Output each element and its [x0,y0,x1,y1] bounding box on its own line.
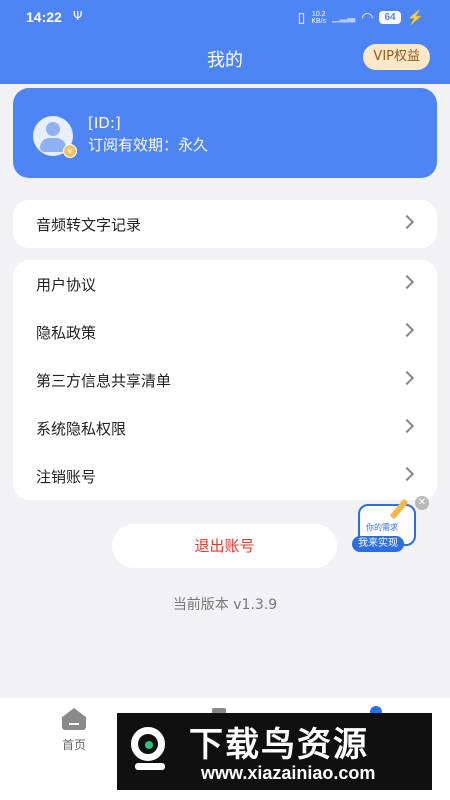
logout-button[interactable]: 退出账号 [112,524,337,568]
usb-icon: Ψ [73,9,83,23]
menu-item-user-agreement[interactable]: 用户协议 [13,260,437,308]
chevron-right-icon [399,322,415,338]
version-text: 当前版本 v1.3.9 [172,597,278,613]
avatar-head [46,122,60,136]
network-speed-value: 10.2 [311,10,326,18]
feedback-tag: 我来实现 [352,536,404,552]
watermark-title: 下载鸟资源 [189,725,369,765]
chevron-right-icon [399,274,415,290]
chevron-right-icon [399,466,415,482]
chevron-right-icon [399,418,415,434]
network-speed-unit: KB/s [311,17,327,25]
menu-item-label: 音频转文字记录 [36,216,142,234]
menu-item-label: 隐私政策 [36,324,97,342]
menu-item-third-party-sharing[interactable]: 第三方信息共享清单 [13,356,437,404]
menu-item-privacy-policy[interactable]: 隐私政策 [13,308,437,356]
menu-item-label: 注销账号 [36,468,97,486]
feedback-paper-text: 你的需求 [366,523,398,532]
vip-benefits-button[interactable]: VIP权益 [363,44,430,70]
menu-card-settings: 用户协议 隐私政策 第三方信息共享清单 系统隐私权限 注销账号 [13,260,437,500]
network-speed: 10.2 KB/s [311,11,326,25]
user-id: [ID:] [88,114,121,132]
close-icon[interactable]: ✕ [415,496,429,510]
menu-card-records: 音频转文字记录 [13,200,437,248]
status-time: 14:22 [26,9,62,25]
avatar[interactable]: v [33,116,77,158]
status-bar: 14:22 Ψ ▯ 10.2 KB/s ▁▂▃ ◠ 64 ⚡ [0,0,450,34]
menu-item-system-permissions[interactable]: 系统隐私权限 [13,404,437,452]
vibrate-icon: ▯ [297,9,306,25]
feedback-floating-widget[interactable]: 你的需求 我来实现 ✕ [352,496,430,556]
chevron-right-icon [399,214,415,230]
status-right-group: ▯ 10.2 KB/s ▁▂▃ ◠ 64 ⚡ [298,9,424,26]
bird-logo-icon [125,723,173,779]
watermark-banner: 下载鸟资源 www.xiazainiao.com [117,713,432,790]
home-icon [61,708,87,730]
menu-item-label: 系统隐私权限 [36,420,127,438]
wifi-icon: ◠ [361,9,374,25]
tab-home[interactable]: 首页 [54,708,94,753]
menu-item-label: 用户协议 [36,276,97,294]
menu-item-label: 第三方信息共享清单 [36,372,172,390]
charging-icon: ⚡ [406,9,424,25]
watermark-url: www.xiazainiao.com [201,763,376,783]
top-header-bar: 14:22 Ψ ▯ 10.2 KB/s ▁▂▃ ◠ 64 ⚡ 我的 VIP权益 [0,0,450,84]
battery-indicator: 64 [379,11,401,24]
menu-item-delete-account[interactable]: 注销账号 [13,452,437,500]
signal-icon: ▁▂▃ [332,12,356,23]
vip-badge-icon: v [63,144,77,158]
profile-card[interactable]: v [ID:] 订阅有效期：永久 [13,88,437,178]
tab-home-label: 首页 [61,738,86,752]
subscription-validity: 订阅有效期：永久 [88,136,209,154]
menu-item-audio-records[interactable]: 音频转文字记录 [13,200,437,248]
chevron-right-icon [399,370,415,386]
